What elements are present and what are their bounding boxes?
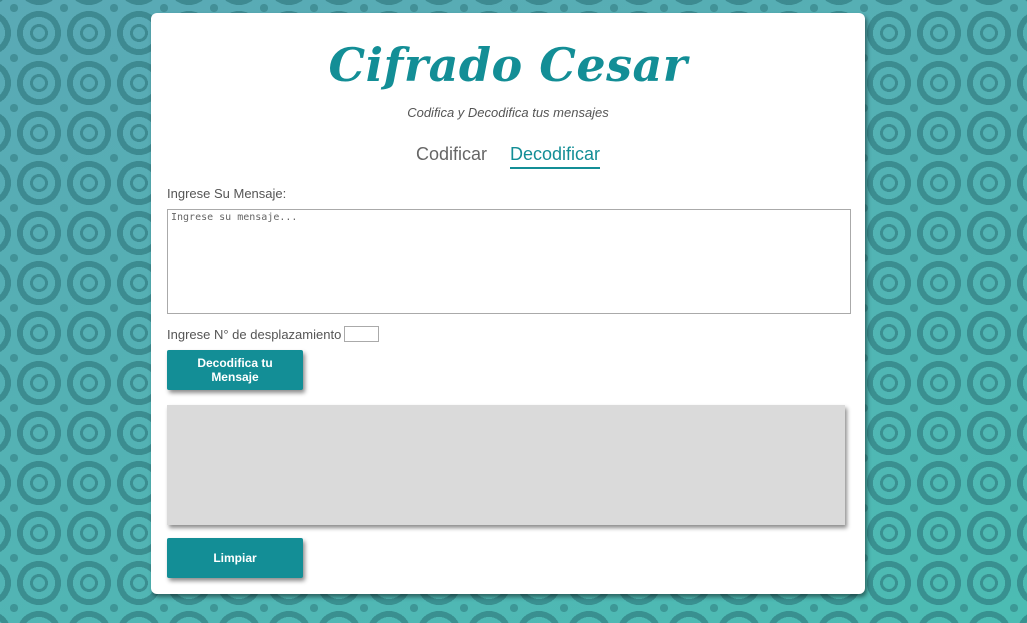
decode-button[interactable]: Decodifica tu Mensaje (167, 350, 303, 390)
tab-codificar[interactable]: Codificar (416, 144, 487, 167)
tab-decodificar[interactable]: Decodificar (510, 144, 601, 169)
shift-label: Ingrese N° de desplazamiento (167, 326, 342, 342)
clear-button[interactable]: Limpiar (167, 538, 303, 578)
shift-row: Ingrese N° de desplazamiento (167, 326, 380, 342)
message-input[interactable] (167, 209, 851, 314)
message-label: Ingrese Su Mensaje: (167, 186, 287, 201)
shift-input[interactable] (344, 326, 380, 342)
mode-tabs: Codificar Decodificar (151, 144, 865, 169)
page-subtitle: Codifica y Decodifica tus mensajes (407, 105, 609, 120)
page-title: Cifrado Cesar (328, 38, 688, 92)
main-card: Cifrado Cesar Codifica y Decodifica tus … (151, 13, 865, 594)
output-area (167, 405, 845, 525)
